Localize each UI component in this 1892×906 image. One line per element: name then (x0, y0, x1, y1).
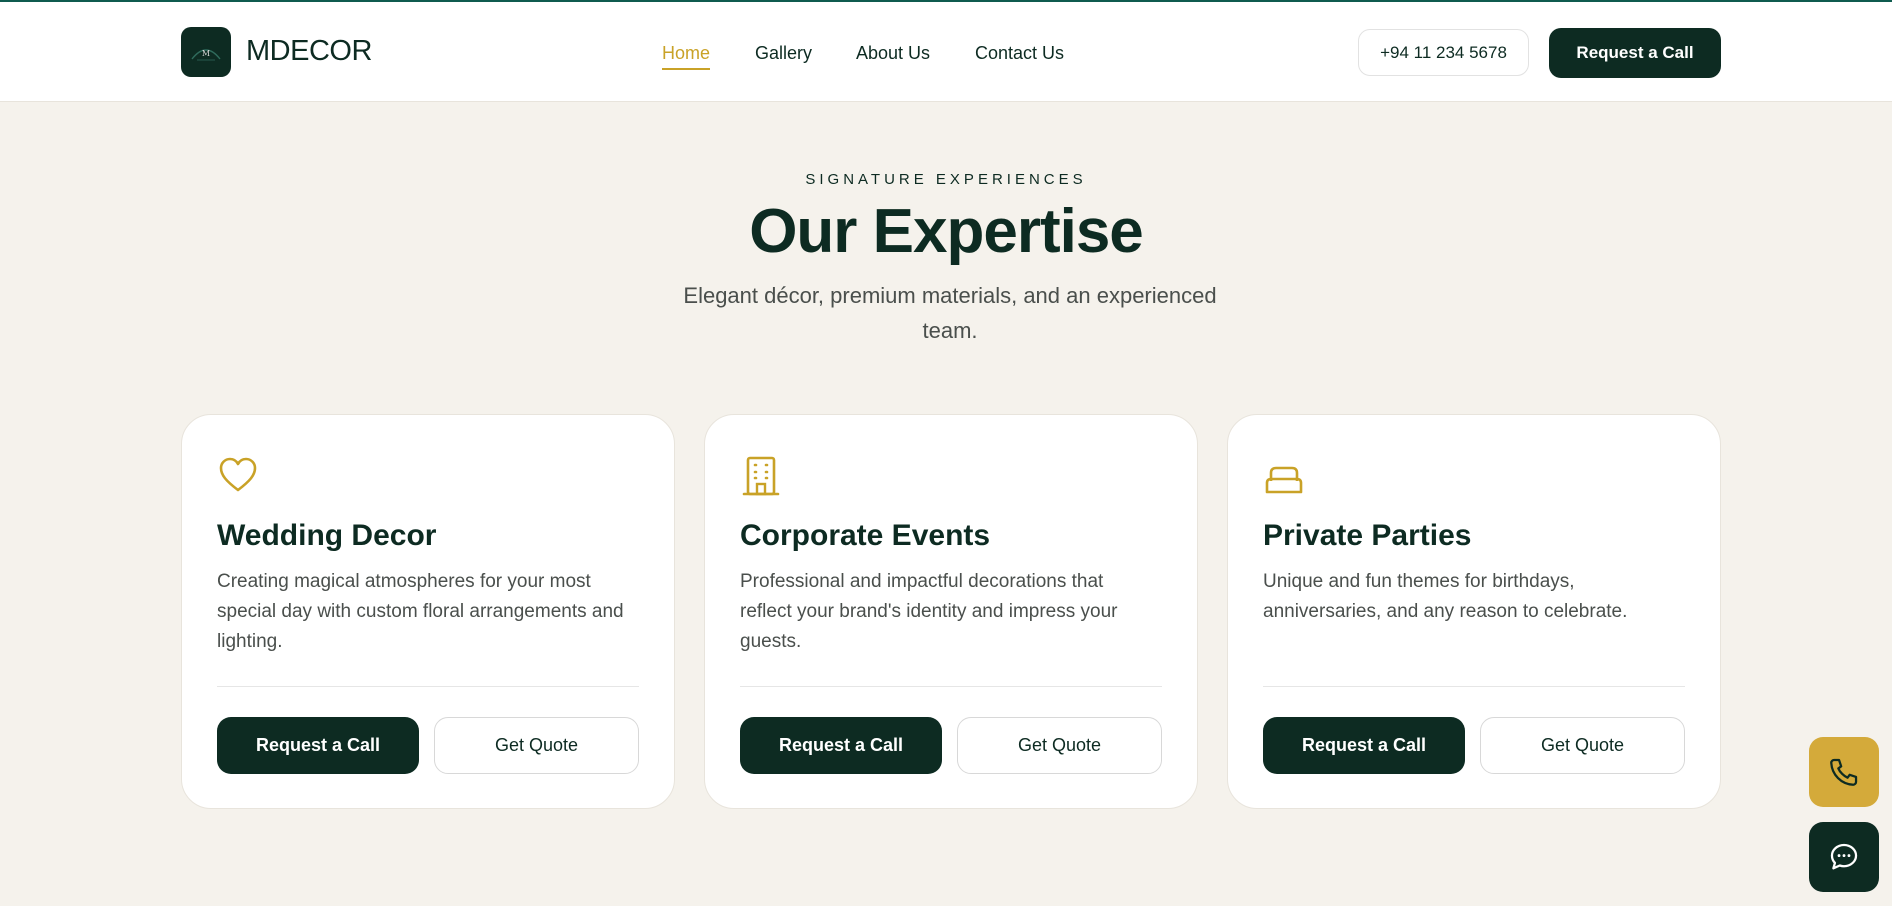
floating-chat-button[interactable] (1809, 822, 1879, 892)
card-description: Professional and impactful decorations t… (740, 571, 1118, 652)
card-divider (1263, 686, 1685, 687)
get-quote-button[interactable]: Get Quote (434, 717, 639, 774)
site-header: M MDECOR Home Gallery About Us Contact U… (0, 2, 1892, 102)
card-description: Unique and fun themes for birthdays, ann… (1263, 571, 1628, 622)
get-quote-button[interactable]: Get Quote (1480, 717, 1685, 774)
floating-phone-button[interactable] (1809, 737, 1879, 807)
card-title: Wedding Decor (217, 519, 437, 552)
get-quote-button[interactable]: Get Quote (957, 717, 1162, 774)
card-divider (217, 686, 639, 687)
card-title: Private Parties (1263, 519, 1472, 552)
heart-icon (219, 457, 257, 492)
card-title: Corporate Events (740, 519, 991, 552)
service-card-wedding: Wedding Decor Creating magical atmospher… (181, 414, 675, 809)
section-subtitle: Elegant décor, premium materials, and an… (683, 283, 1217, 343)
request-call-button[interactable]: Request a Call (740, 717, 942, 774)
sofa-icon (1265, 466, 1303, 494)
request-call-button[interactable]: Request a Call (1549, 28, 1721, 78)
nav-home[interactable]: Home (662, 43, 711, 70)
section-eyebrow: SIGNATURE EXPERIENCES (805, 171, 1087, 188)
service-card-corporate: Corporate Events Professional and impact… (704, 414, 1198, 809)
nav-gallery[interactable]: Gallery (755, 43, 812, 64)
card-description: Creating magical atmospheres for your mo… (217, 571, 624, 652)
nav-about-us[interactable]: About Us (856, 43, 930, 64)
request-call-button[interactable]: Request a Call (217, 717, 419, 774)
service-card-private: Private Parties Unique and fun themes fo… (1227, 414, 1721, 809)
building-icon (742, 456, 780, 496)
card-divider (740, 686, 1162, 687)
request-call-button[interactable]: Request a Call (1263, 717, 1465, 774)
phone-number-button[interactable]: +94 11 234 5678 (1358, 29, 1529, 76)
nav-contact-us[interactable]: Contact Us (975, 43, 1064, 64)
phone-icon (1830, 758, 1858, 786)
chat-icon (1830, 843, 1858, 870)
section-title: Our Expertise (749, 197, 1144, 266)
